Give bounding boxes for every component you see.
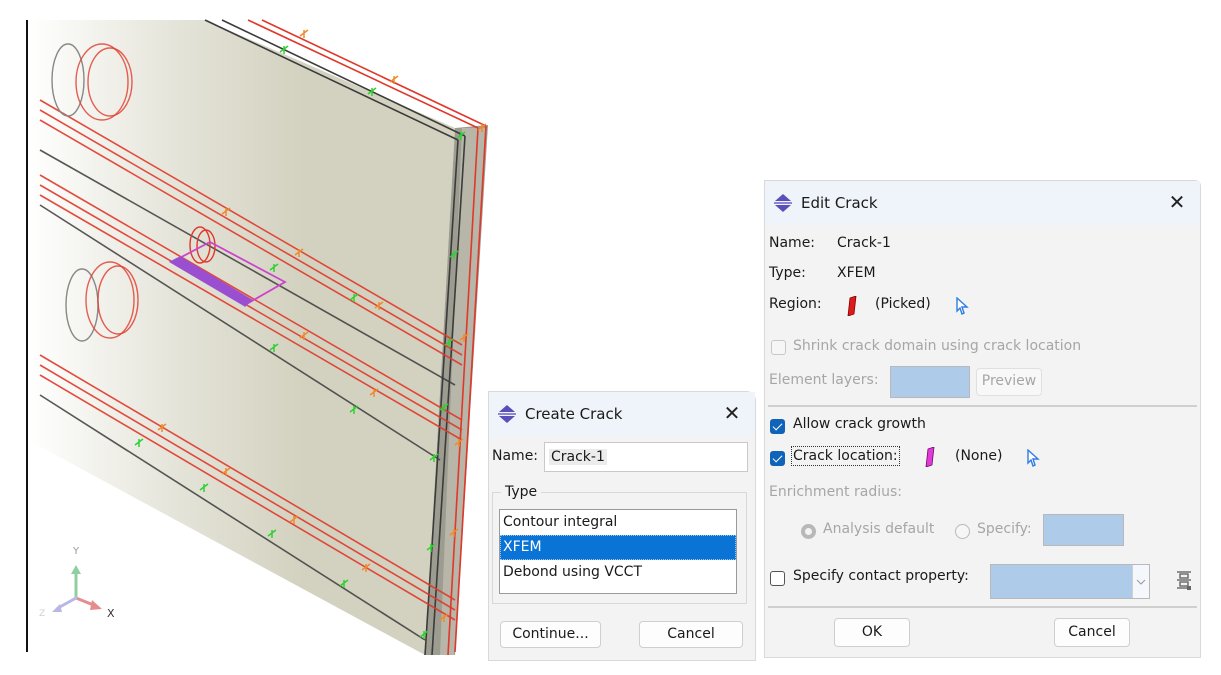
section-divider — [768, 405, 1197, 407]
ok-button[interactable]: OK — [834, 618, 910, 647]
name-input[interactable]: Crack-1 — [544, 442, 748, 472]
type-option-contour-integral[interactable]: Contour integral — [500, 510, 736, 535]
specify-radio[interactable] — [955, 524, 970, 539]
cancel-button[interactable]: Cancel — [1054, 618, 1130, 647]
region-value: (Picked) — [875, 296, 931, 312]
type-option-debond-vcct[interactable]: Debond using VCCT — [500, 560, 736, 585]
create-crack-titlebar[interactable]: Create Crack ✕ — [489, 392, 755, 436]
type-option-xfem[interactable]: XFEM — [500, 535, 736, 560]
element-layers-input[interactable] — [890, 366, 970, 398]
cancel-button[interactable]: Cancel — [639, 621, 743, 648]
close-button[interactable]: ✕ — [721, 402, 743, 424]
edit-crack-titlebar[interactable]: Edit Crack ✕ — [765, 181, 1200, 225]
specify-contact-property-label: Specify contact property: — [793, 568, 969, 584]
enrichment-radius-input[interactable] — [1043, 514, 1124, 546]
allow-crack-growth-checkbox[interactable] — [770, 419, 785, 434]
type-label: Type: — [769, 265, 806, 281]
shrink-domain-label: Shrink crack domain using crack location — [793, 338, 1082, 354]
section-divider — [768, 606, 1197, 608]
crack-location-value: (None) — [955, 448, 1003, 464]
abaqus-crack-icon — [774, 194, 792, 212]
allow-crack-growth-label: Allow crack growth — [793, 416, 926, 432]
type-group-label: Type — [505, 484, 538, 500]
preview-button[interactable]: Preview — [976, 368, 1042, 396]
analysis-default-radio[interactable] — [801, 524, 816, 539]
select-crack-location-arrow-icon[interactable] — [1026, 449, 1040, 467]
type-value: XFEM — [837, 265, 876, 281]
type-list[interactable]: Contour integral XFEM Debond using VCCT — [499, 509, 737, 594]
abaqus-crack-icon — [498, 405, 516, 423]
region-face-icon — [847, 296, 857, 316]
model-render — [28, 19, 488, 660]
contact-property-manager-icon[interactable] — [1175, 569, 1193, 591]
name-value: Crack-1 — [837, 235, 891, 251]
crack-location-checkbox[interactable] — [770, 451, 785, 466]
triad-x-label: X — [107, 607, 115, 620]
select-region-arrow-icon[interactable] — [955, 297, 969, 315]
dropdown-chevron-icon[interactable] — [1132, 565, 1149, 598]
crack-location-label: Crack location: — [791, 446, 900, 466]
region-label: Region: — [769, 296, 822, 312]
crack-location-face-icon — [925, 447, 935, 467]
name-label: Name: — [492, 448, 539, 464]
contact-property-select[interactable] — [990, 564, 1150, 599]
element-layers-label: Element layers: — [769, 372, 879, 388]
enrichment-radius-label: Enrichment radius: — [769, 484, 902, 500]
model-viewport[interactable]: Y X Z — [0, 0, 500, 660]
analysis-default-label: Analysis default — [823, 521, 935, 537]
specify-label: Specify: — [977, 521, 1032, 537]
continue-button[interactable]: Continue... — [500, 621, 601, 648]
create-crack-dialog: Create Crack ✕ Name: Crack-1 Type Contou… — [488, 391, 756, 661]
dialog-title: Create Crack — [525, 405, 623, 423]
triad-y-label: Y — [73, 546, 80, 557]
specify-contact-property-checkbox[interactable] — [770, 571, 785, 586]
triad-z-label: Z — [39, 609, 46, 619]
close-button[interactable]: ✕ — [1166, 191, 1188, 213]
shrink-domain-checkbox[interactable] — [771, 340, 786, 355]
dialog-title: Edit Crack — [801, 194, 878, 212]
name-label: Name: — [769, 235, 816, 251]
name-input-value: Crack-1 — [549, 449, 607, 465]
edit-crack-dialog: Edit Crack ✕ Name: Crack-1 Type: XFEM Re… — [764, 180, 1201, 658]
